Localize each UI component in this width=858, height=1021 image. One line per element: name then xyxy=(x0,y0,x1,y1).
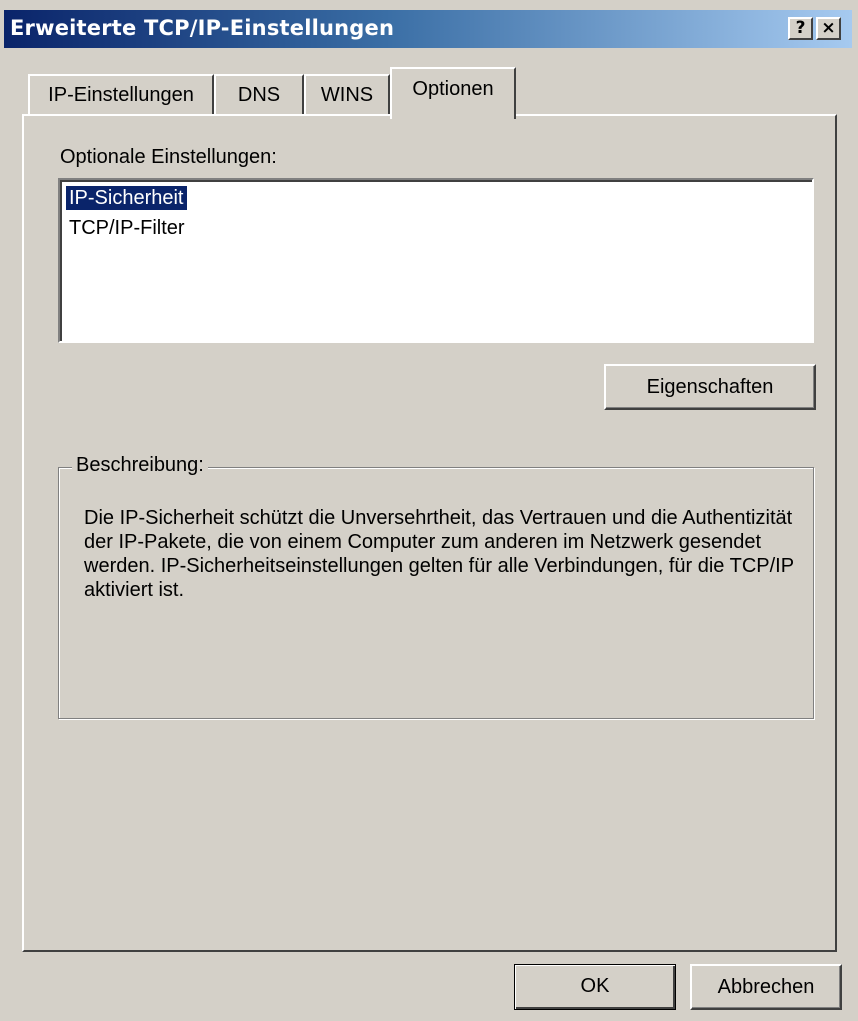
description-legend: Beschreibung: xyxy=(72,454,208,477)
list-item-tcpip-filter[interactable]: TCP/IP-Filter xyxy=(66,216,188,240)
description-text: Die IP-Sicherheit schützt die Unversehrt… xyxy=(84,507,794,601)
tab-optionen[interactable]: Optionen xyxy=(390,67,516,119)
title-bar[interactable]: Erweiterte TCP/IP-Einstellungen ? × xyxy=(4,10,852,48)
tab-ip-einstellungen[interactable]: IP-Einstellungen xyxy=(28,74,214,116)
active-tab-joint xyxy=(392,113,514,119)
window-title: Erweiterte TCP/IP-Einstellungen xyxy=(10,16,395,40)
optional-settings-list[interactable]: IP-Sicherheit TCP/IP-Filter xyxy=(58,178,814,343)
dialog-window: Erweiterte TCP/IP-Einstellungen ? × IP-E… xyxy=(0,0,858,1021)
list-item-ip-sicherheit[interactable]: IP-Sicherheit xyxy=(65,185,188,211)
help-button[interactable]: ? xyxy=(788,17,813,40)
optional-settings-label: Optionale Einstellungen: xyxy=(60,146,277,168)
close-button[interactable]: × xyxy=(816,17,841,40)
ok-button[interactable]: OK xyxy=(514,964,676,1010)
cancel-button[interactable]: Abbrechen xyxy=(690,964,842,1010)
properties-button[interactable]: Eigenschaften xyxy=(604,364,816,410)
tab-wins[interactable]: WINS xyxy=(304,74,390,116)
tab-dns[interactable]: DNS xyxy=(214,74,304,116)
